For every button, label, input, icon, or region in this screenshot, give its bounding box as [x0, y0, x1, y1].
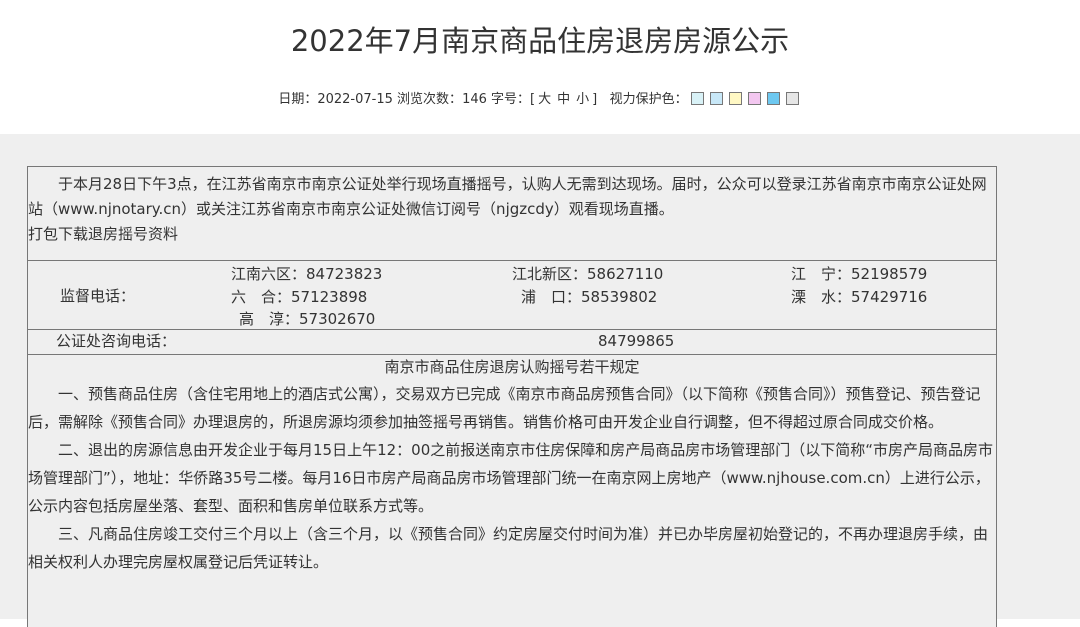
phone-lishui: 溧 水：57429716	[791, 288, 928, 306]
phone-pukou: 浦 口：58539802	[521, 288, 658, 306]
page-header: 2022年7月南京商品住房退房房源公示 日期：2022-07-15 浏览次数：1…	[0, 0, 1080, 134]
eye-color-swatch[interactable]	[728, 92, 742, 105]
phone-gaochun: 高 淳：57302670	[239, 310, 376, 328]
font-small-button[interactable]: 小	[576, 92, 589, 107]
article-meta: 日期：2022-07-15 浏览次数：146 字号：[大中小] 视力保护色：	[0, 88, 1080, 107]
eye-color-swatch[interactable]	[747, 92, 761, 105]
fontsize-label: 字号：[	[491, 92, 536, 107]
eye-color-swatches	[688, 92, 802, 107]
eye-color-swatch[interactable]	[766, 92, 780, 105]
font-large-button[interactable]: 大	[538, 92, 551, 107]
rules-section: 南京市商品住房退房认购摇号若干规定 一、预售商品住房（含住宅用地上的酒店式公寓）…	[28, 355, 996, 576]
phone-jiangnan: 江南六区：84723823	[231, 265, 383, 283]
consult-number: 84799865	[598, 332, 675, 350]
content-area: 于本月28日下午3点，在江苏省南京市南京公证处举行现场直播摇号，认购人无需到达现…	[0, 134, 1080, 627]
phone-jiangning: 江 宁：52198579	[791, 265, 928, 283]
eye-color-swatch[interactable]	[785, 92, 799, 105]
notice-table: 于本月28日下午3点，在江苏省南京市南京公证处举行现场直播摇号，认购人无需到达现…	[27, 166, 997, 627]
rule-paragraph-2: 二、退出的房源信息由开发企业于每月15日上午12：00之前报送南京市住房保障和房…	[28, 441, 994, 515]
supervision-phones: 监督电话： 江南六区：84723823 江北新区：58627110 江 宁：52…	[28, 261, 996, 330]
date-value: 2022-07-15	[317, 92, 393, 107]
views-value: 146	[462, 92, 487, 107]
eye-protect-label: 视力保护色：	[609, 92, 688, 107]
supervision-label: 监督电话：	[60, 287, 136, 305]
intro-text: 于本月28日下午3点，在江苏省南京市南京公证处举行现场直播摇号，认购人无需到达现…	[28, 175, 987, 218]
consult-row: 公证处咨询电话： 84799865	[28, 330, 996, 355]
page-title: 2022年7月南京商品住房退房房源公示	[290, 24, 790, 58]
rule-paragraph-3: 三、凡商品住房竣工交付三个月以上（含三个月，以《预售合同》约定房屋交付时间为准）…	[28, 525, 989, 571]
date-label: 日期：	[278, 92, 318, 107]
consult-label: 公证处咨询电话：	[56, 332, 177, 350]
views-label: 浏览次数：	[397, 92, 463, 107]
phone-jiangbei: 江北新区：58627110	[512, 265, 664, 283]
fontsize-close: ]	[592, 92, 598, 107]
intro-section: 于本月28日下午3点，在江苏省南京市南京公证处举行现场直播摇号，认购人无需到达现…	[28, 167, 996, 261]
rule-paragraph-1: 一、预售商品住房（含住宅用地上的酒店式公寓），交易双方已完成《南京市商品房预售合…	[28, 385, 981, 431]
font-medium-button[interactable]: 中	[557, 92, 570, 107]
download-link[interactable]: 打包下载退房摇号资料	[28, 225, 178, 243]
eye-color-swatch[interactable]	[709, 92, 723, 105]
eye-color-swatch[interactable]	[690, 92, 704, 105]
rules-title: 南京市商品住房退房认购摇号若干规定	[384, 358, 640, 376]
